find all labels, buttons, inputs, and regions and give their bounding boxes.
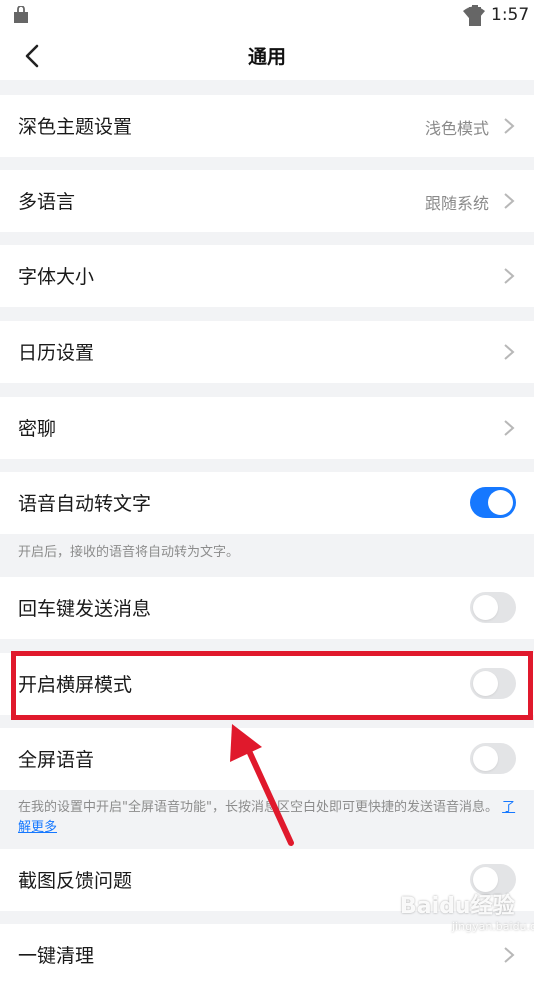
annotation-arrow-icon xyxy=(230,724,294,846)
watermark-url: jingyan.baidu.com xyxy=(452,920,534,933)
watermark: Baidu经验 xyxy=(400,894,515,919)
